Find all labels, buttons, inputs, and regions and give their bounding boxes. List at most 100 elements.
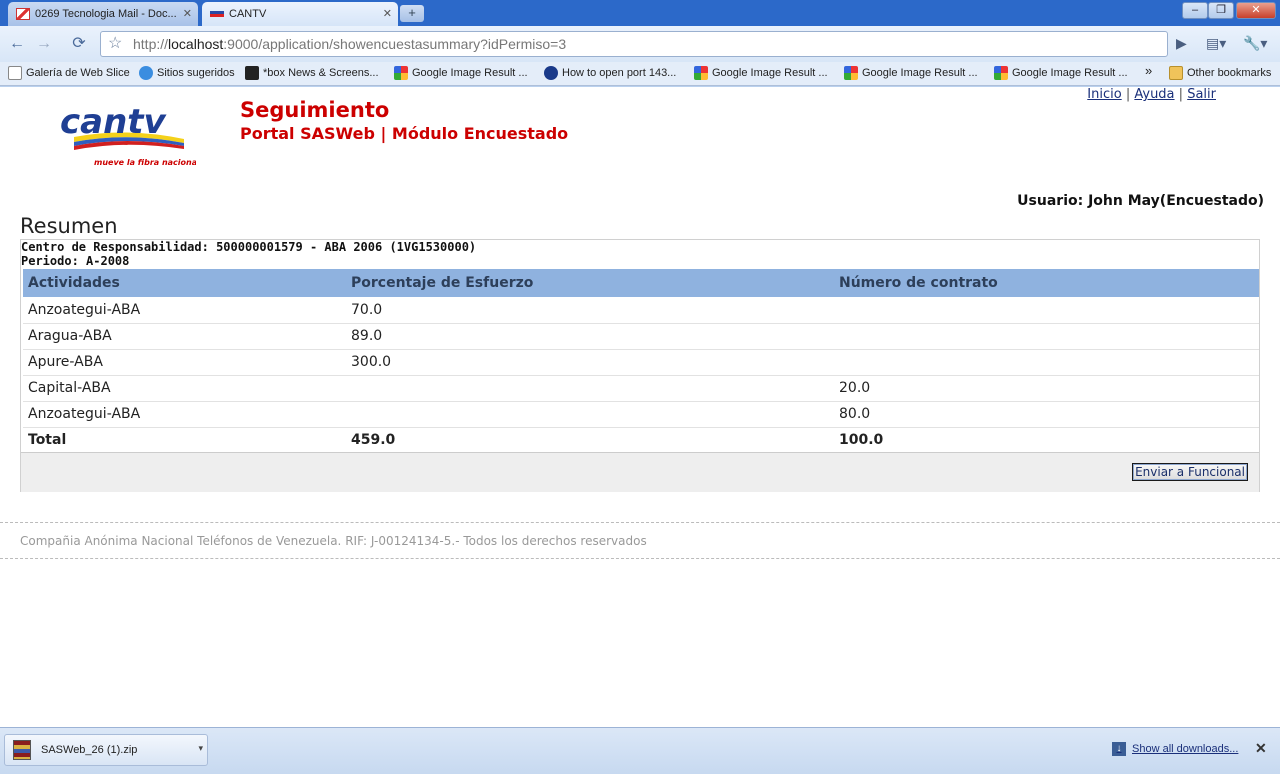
ayuda-link[interactable]: Ayuda bbox=[1134, 87, 1174, 102]
ie-icon bbox=[139, 66, 153, 80]
cell-actividad: Anzoategui-ABA bbox=[23, 297, 346, 324]
bookmark-label: Sitios sugeridos bbox=[157, 67, 235, 79]
download-filename: SASWeb_26 (1).zip bbox=[41, 744, 138, 756]
reload-button[interactable]: ⟳ bbox=[68, 34, 90, 54]
bookmark-item[interactable]: *box News & Screens... bbox=[245, 66, 379, 80]
page-content: cantv mueve la fibra nacional Seguimient… bbox=[0, 87, 1280, 727]
bookmark-item[interactable]: Google Image Result ... bbox=[694, 66, 828, 80]
column-header: Porcentaje de Esfuerzo bbox=[346, 269, 834, 297]
inicio-link[interactable]: Inicio bbox=[1087, 87, 1121, 102]
top-links: Inicio | Ayuda | Salir bbox=[1087, 87, 1216, 102]
enviar-a-funcional-button[interactable]: Enviar a Funcional bbox=[1132, 463, 1248, 481]
gmail-icon bbox=[16, 8, 30, 20]
bookmarks-bar: Galería de Web Slice Sitios sugeridos *b… bbox=[0, 62, 1280, 86]
cell-contrato: 80.0 bbox=[834, 401, 1259, 428]
bookmark-label: *box News & Screens... bbox=[263, 67, 379, 79]
cell-porcentaje bbox=[346, 401, 834, 428]
bookmark-label: Google Image Result ... bbox=[862, 67, 978, 79]
show-all-label: Show all downloads... bbox=[1132, 743, 1239, 755]
bookmark-label: Google Image Result ... bbox=[1012, 67, 1128, 79]
cell-actividad: Aragua-ABA bbox=[23, 323, 346, 350]
play-icon[interactable]: ▶ bbox=[1176, 35, 1187, 52]
summary-panel: Centro de Responsabilidad: 500000001579 … bbox=[20, 239, 1260, 492]
google-icon bbox=[844, 66, 858, 80]
link-separator: | bbox=[1178, 87, 1184, 102]
page-subtitle: Portal SASWeb | Módulo Encuestado bbox=[240, 124, 569, 143]
maximize-button[interactable]: ❐ bbox=[1208, 2, 1234, 19]
bookmark-item[interactable]: Google Image Result ... bbox=[994, 66, 1128, 80]
bookmark-item[interactable]: Google Image Result ... bbox=[844, 66, 978, 80]
cell-actividad: Capital-ABA bbox=[23, 375, 346, 402]
star-icon[interactable]: ☆ bbox=[108, 32, 122, 56]
chevron-down-icon[interactable]: ▾ bbox=[198, 743, 203, 754]
table-row: Anzoategui-ABA 70.0 bbox=[23, 297, 1259, 324]
forward-button[interactable]: → bbox=[33, 34, 55, 54]
new-tab-button[interactable]: + bbox=[400, 5, 424, 22]
bookmark-item[interactable]: Sitios sugeridos bbox=[139, 66, 235, 80]
bookmark-label: How to open port 143... bbox=[562, 67, 677, 79]
minimize-button[interactable]: ‒ bbox=[1182, 2, 1208, 19]
url-scheme: http:// bbox=[133, 36, 169, 52]
page-menu-icon[interactable]: ▤▾ bbox=[1206, 35, 1226, 52]
close-tab-icon[interactable]: ✕ bbox=[383, 7, 392, 20]
tab-gmail[interactable]: 0269 Tecnologia Mail - Doc... ✕ bbox=[8, 2, 198, 26]
cantv-favicon bbox=[210, 11, 224, 17]
google-icon bbox=[694, 66, 708, 80]
wrench-icon[interactable]: 🔧▾ bbox=[1243, 35, 1267, 52]
logo-tagline: mueve la fibra nacional bbox=[94, 158, 196, 167]
cell-porcentaje: 300.0 bbox=[346, 349, 834, 376]
other-bookmarks[interactable]: Other bookmarks bbox=[1169, 66, 1271, 80]
bookmark-item[interactable]: Galería de Web Slice bbox=[8, 66, 130, 80]
box-icon bbox=[245, 66, 259, 80]
cell-porcentaje: 89.0 bbox=[346, 323, 834, 350]
tab-cantv[interactable]: CANTV ✕ bbox=[202, 2, 398, 26]
tab-title: CANTV bbox=[229, 8, 267, 20]
url-path: :9000/application/showencuestasummary?id… bbox=[223, 36, 567, 52]
footer-text: Compañia Anónima Nacional Teléfonos de V… bbox=[20, 534, 647, 548]
folder-icon bbox=[1169, 66, 1183, 80]
bookmark-label: Google Image Result ... bbox=[712, 67, 828, 79]
table-header-row: Actividades Porcentaje de Esfuerzo Númer… bbox=[23, 269, 1259, 297]
download-item[interactable]: SASWeb_26 (1).zip ▾ bbox=[4, 734, 208, 766]
cell-contrato bbox=[834, 349, 1259, 376]
bookmark-item[interactable]: Google Image Result ... bbox=[394, 66, 528, 80]
cell-contrato bbox=[834, 297, 1259, 324]
column-header: Actividades bbox=[23, 269, 346, 297]
table-row: Anzoategui-ABA 80.0 bbox=[23, 401, 1259, 428]
action-bar: Enviar a Funcional bbox=[21, 452, 1259, 492]
close-shelf-icon[interactable]: ✕ bbox=[1255, 740, 1267, 757]
page-title: Seguimiento bbox=[240, 98, 390, 122]
cell-actividad: Apure-ABA bbox=[23, 349, 346, 376]
google-icon bbox=[994, 66, 1008, 80]
close-tab-icon[interactable]: ✕ bbox=[183, 7, 192, 20]
other-bookmarks-label: Other bookmarks bbox=[1187, 67, 1272, 79]
cell-porcentaje bbox=[346, 375, 834, 402]
show-all-downloads-link[interactable]: ↓ Show all downloads... bbox=[1112, 742, 1238, 756]
bookmark-label: Galería de Web Slice bbox=[26, 67, 130, 79]
summary-info: Centro de Responsabilidad: 500000001579 … bbox=[21, 240, 476, 268]
close-window-button[interactable]: ✕ bbox=[1236, 2, 1276, 19]
bookmark-item[interactable]: How to open port 143... bbox=[544, 66, 676, 80]
table-row: Apure-ABA 300.0 bbox=[23, 349, 1259, 376]
tab-title: 0269 Tecnologia Mail - Doc... bbox=[35, 8, 177, 20]
page-icon bbox=[8, 66, 22, 80]
url-host: localhost bbox=[168, 36, 224, 52]
user-label: Usuario: John May(Encuestado) bbox=[1017, 193, 1264, 209]
table-row: Capital-ABA 20.0 bbox=[23, 375, 1259, 402]
total-label: Total bbox=[23, 427, 346, 454]
total-row: Total 459.0 100.0 bbox=[23, 427, 1259, 454]
address-bar[interactable]: ☆ http://localhost:9000/application/show… bbox=[100, 31, 1168, 57]
toolbar: ← → ⟳ ☆ http://localhost:9000/applicatio… bbox=[0, 26, 1280, 62]
google-icon bbox=[394, 66, 408, 80]
bookmark-label: Google Image Result ... bbox=[412, 67, 528, 79]
total-contrato: 100.0 bbox=[834, 427, 1259, 454]
table-row: Aragua-ABA 89.0 bbox=[23, 323, 1259, 350]
column-header: Número de contrato bbox=[834, 269, 1259, 297]
tab-strip: 0269 Tecnologia Mail - Doc... ✕ CANTV ✕ … bbox=[0, 0, 1280, 26]
bookmarks-overflow-chevron[interactable]: » bbox=[1145, 63, 1152, 78]
cell-contrato: 20.0 bbox=[834, 375, 1259, 402]
salir-link[interactable]: Salir bbox=[1187, 87, 1216, 102]
download-shelf: SASWeb_26 (1).zip ▾ ↓ Show all downloads… bbox=[0, 727, 1280, 774]
back-button[interactable]: ← bbox=[6, 34, 28, 54]
footer-divider bbox=[0, 558, 1280, 559]
